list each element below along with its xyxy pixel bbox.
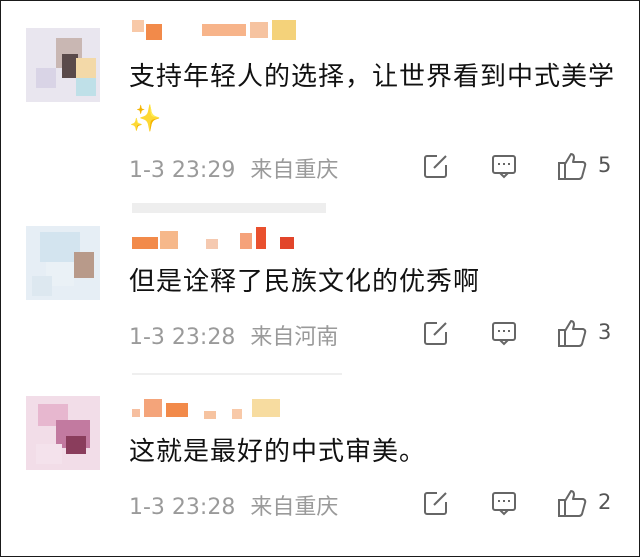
comment-text: 这就是最好的中式审美。 [129,437,427,467]
username-blurred[interactable] [132,223,332,249]
comment-date: 1-3 23:28 [129,495,236,520]
comment-meta: 1-3 23:28 来自重庆 [129,489,338,521]
thumbs-up-icon[interactable] [556,487,588,519]
comment-icon[interactable] [490,152,518,180]
avatar[interactable] [26,226,100,300]
comment-text: 但是诠释了民族文化的优秀啊 [129,267,481,297]
comment-icon[interactable] [490,489,518,517]
comment-text: 支持年轻人的选择，让世界看到中式美学✨ [129,62,616,134]
divider [132,373,342,375]
divider [132,203,326,213]
edit-icon[interactable] [422,319,450,347]
username-blurred[interactable] [132,18,332,40]
edit-icon[interactable] [422,489,450,517]
avatar[interactable] [26,396,100,470]
edit-icon[interactable] [422,152,450,180]
like-count: 3 [598,320,612,344]
comment-date: 1-3 23:28 [129,325,236,350]
comment-location: 来自重庆 [250,158,339,183]
comment-icon[interactable] [490,319,518,347]
thumbs-up-icon[interactable] [556,317,588,349]
like-count: 2 [598,490,612,514]
comment-meta: 1-3 23:28 来自河南 [129,319,338,351]
comment-meta: 1-3 23:29 来自重庆 [129,152,338,184]
comment-location: 来自河南 [250,325,339,350]
username-blurred[interactable] [132,393,332,419]
thumbs-up-icon[interactable] [556,150,588,182]
avatar[interactable] [26,28,100,102]
comment-date: 1-3 23:29 [129,158,236,183]
like-count: 5 [598,153,612,177]
comment-location: 来自重庆 [250,495,339,520]
